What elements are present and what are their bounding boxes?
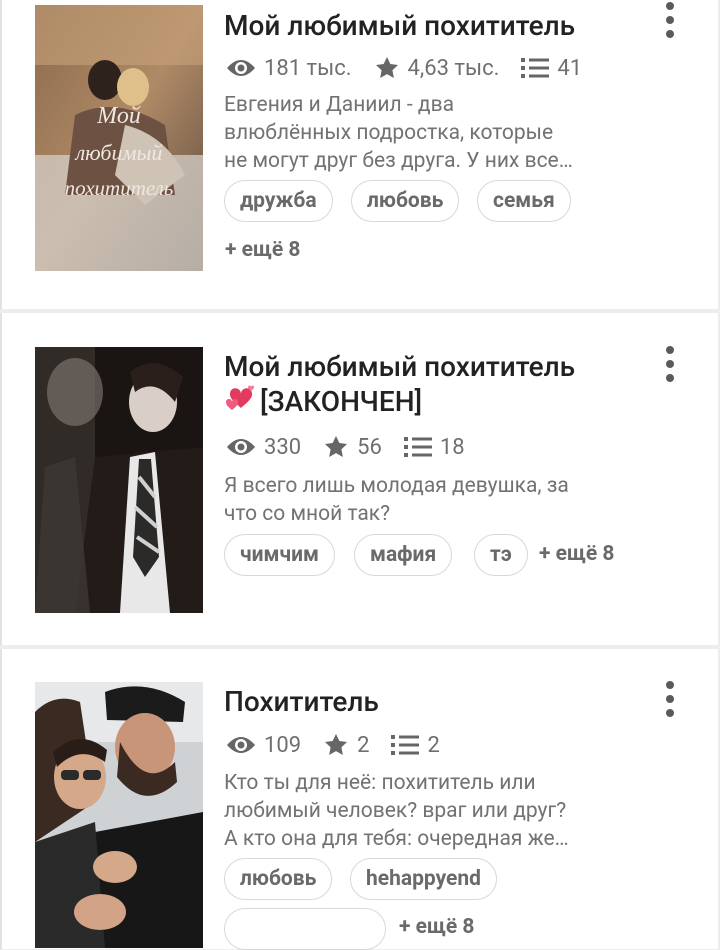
story-cover[interactable]: Мой любимый похититель xyxy=(35,5,203,271)
more-vert-icon[interactable] xyxy=(662,2,678,38)
story-cover[interactable] xyxy=(35,347,203,613)
story-cover[interactable] xyxy=(35,682,203,948)
story-card[interactable]: Мой любимый похититель Мой любимый похит… xyxy=(0,0,718,309)
description-line: влюблённых подростка, которые xyxy=(224,121,554,145)
more-tags-link[interactable]: + ещё 8 xyxy=(225,238,300,262)
tag-chip[interactable]: мафия xyxy=(354,534,453,576)
description-line: не могут друг без друга. У них все… xyxy=(224,149,573,173)
description-line: Кто ты для неё: похититель или xyxy=(224,771,536,795)
parts-count: 18 xyxy=(439,434,465,460)
list-icon xyxy=(403,436,432,458)
votes-count: 2 xyxy=(357,732,370,758)
tag-chip[interactable]: чимчим xyxy=(224,534,335,576)
eye-icon xyxy=(226,734,256,756)
story-description: Евгения и Даниил - два влюблённых подрос… xyxy=(224,91,634,175)
parts-count: 41 xyxy=(557,55,583,81)
description-line: любимый человек? враг или друг? xyxy=(224,799,567,823)
tag-chip[interactable]: любовь xyxy=(351,180,460,222)
more-vert-icon[interactable] xyxy=(662,681,678,717)
views-count: 330 xyxy=(264,434,302,460)
parts-count: 2 xyxy=(427,732,440,758)
star-icon xyxy=(323,434,349,460)
votes-count: 4,63 тыс. xyxy=(407,55,500,81)
title-status: [ЗАКОНЧЕН] xyxy=(260,385,423,418)
title-line: [ЗАКОНЧЕН] xyxy=(224,384,644,422)
tag-chip[interactable]: hehappyend xyxy=(350,858,497,900)
list-icon xyxy=(521,57,550,79)
story-stats: 330 56 18 xyxy=(226,432,487,462)
description-line: Я всего лишь молодая девушка, за xyxy=(224,474,569,498)
more-tags-link[interactable]: + ещё 8 xyxy=(399,915,474,939)
tag-chip[interactable]: дружба xyxy=(224,180,333,222)
description-line: что со мной так? xyxy=(224,502,391,526)
star-icon xyxy=(323,732,349,758)
views-count: 109 xyxy=(264,732,302,758)
story-description: Кто ты для неё: похититель или любимый ч… xyxy=(224,769,634,853)
story-stats: 109 2 2 xyxy=(226,730,462,760)
story-stats: 181 тыс. 4,63 тыс. 41 xyxy=(226,53,604,83)
revolving-hearts-icon xyxy=(224,384,258,422)
views-count: 181 тыс. xyxy=(264,55,352,81)
more-tags-link[interactable]: + ещё 8 xyxy=(539,542,614,566)
cover-title-line: похититель xyxy=(65,176,174,200)
story-card[interactable]: Похититель 109 2 2 Кто ты для неё: похит… xyxy=(0,649,718,950)
description-line: Евгения и Даниил - два xyxy=(224,93,455,117)
tag-chip[interactable]: семья xyxy=(477,180,571,222)
title-line: Мой любимый похититель xyxy=(224,350,576,383)
eye-icon xyxy=(226,57,256,79)
eye-icon xyxy=(226,436,256,458)
story-title[interactable]: Мой любимый похититель xyxy=(224,9,644,43)
story-title[interactable]: Похититель xyxy=(224,685,644,719)
story-description: Я всего лишь молодая девушка, за что со … xyxy=(224,472,634,528)
star-icon xyxy=(374,55,400,81)
tag-chip[interactable] xyxy=(224,908,386,950)
tag-chip[interactable]: тэ xyxy=(474,534,528,576)
description-line: А кто она для тебя: очередная же… xyxy=(224,827,569,851)
votes-count: 56 xyxy=(357,434,382,460)
cover-title-line: Мой xyxy=(96,103,141,129)
more-vert-icon[interactable] xyxy=(662,346,678,382)
tag-chip[interactable]: любовь xyxy=(224,858,333,900)
story-title[interactable]: Мой любимый похититель [ЗАКОНЧЕН] xyxy=(224,350,644,422)
cover-title-line: любимый xyxy=(74,140,163,165)
story-card[interactable]: Мой любимый похититель [ЗАКОНЧЕН] 330 56… xyxy=(0,313,718,645)
list-icon xyxy=(391,734,420,756)
